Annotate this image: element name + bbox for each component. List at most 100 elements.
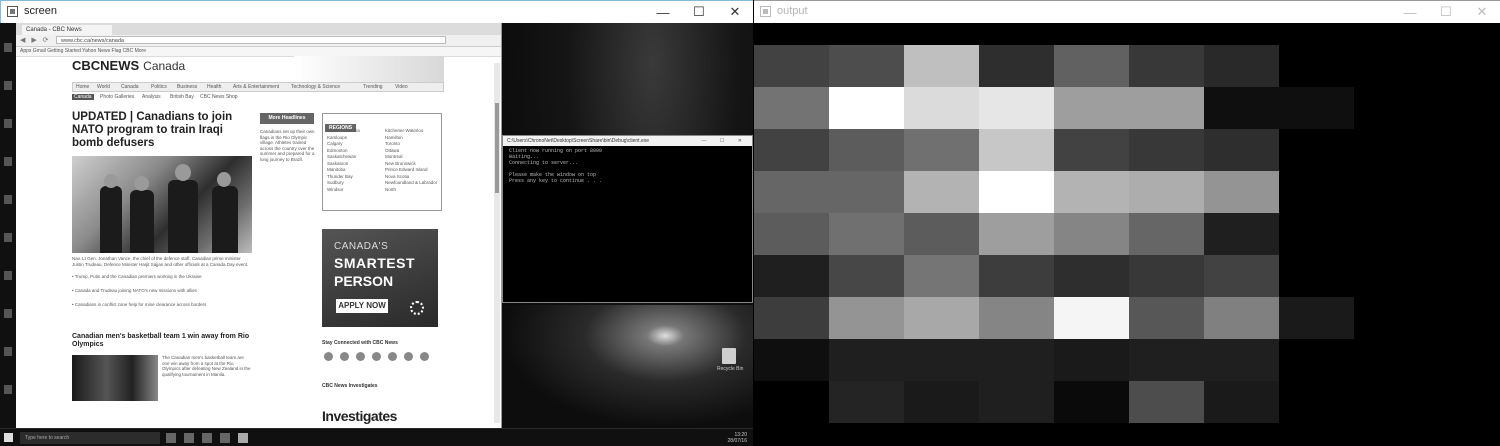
region-link[interactable]: British Columbia (327, 128, 360, 135)
region-link[interactable]: North (385, 187, 437, 194)
output-pixel (1054, 381, 1129, 423)
nav-item[interactable]: Business (177, 84, 197, 90)
browser-tab[interactable]: Canada - CBC News (22, 25, 112, 35)
desktop-icon[interactable] (4, 81, 12, 90)
desktop-icon[interactable] (4, 195, 12, 204)
nav-item[interactable]: Trending (363, 84, 383, 90)
headline[interactable]: UPDATED | Canadians to join NATO program… (72, 111, 252, 150)
story-summary: The Canadian men's basketball team are o… (162, 355, 251, 377)
taskbar-search[interactable]: Type here to search (20, 432, 160, 444)
advertisement[interactable]: CANADA'S SMARTEST PERSON APPLY NOW (322, 229, 438, 327)
investigates-banner[interactable]: Investigates (322, 408, 397, 424)
desktop-icon[interactable] (4, 157, 12, 166)
maximize-button[interactable]: ☐ (681, 1, 717, 23)
desktop-icon[interactable] (4, 43, 12, 52)
region-link[interactable]: Saskatchewan (327, 154, 360, 161)
start-icon[interactable] (4, 433, 13, 442)
subnav-item[interactable]: Photo Galleries (100, 94, 134, 100)
desktop-icon[interactable] (4, 347, 12, 356)
social-icon[interactable] (356, 352, 365, 361)
taskbar-app-icon[interactable] (202, 433, 212, 443)
subnav-item[interactable]: Canada (72, 94, 94, 100)
nav-item[interactable]: Video (395, 84, 408, 90)
social-icon[interactable] (420, 352, 429, 361)
region-link[interactable]: Windsor (327, 187, 360, 194)
nav-item[interactable]: Canada (121, 84, 139, 90)
output-pixel (829, 45, 904, 87)
output-pixel (904, 297, 979, 339)
close-button[interactable]: ✕ (1464, 1, 1500, 23)
output-pixel (904, 45, 979, 87)
story-headline[interactable]: Canadian men's basketball team 1 win awa… (72, 333, 252, 349)
taskbar-app-icon[interactable] (166, 433, 176, 443)
output-pixel (1129, 87, 1204, 129)
photo-caption: Nav. Lt Gen. Jonathan Vance, the chief o… (72, 256, 249, 267)
taskbar-app-icon[interactable] (238, 433, 248, 443)
apply-now-button[interactable]: APPLY NOW (336, 299, 388, 313)
output-pixel (829, 423, 904, 446)
related-link[interactable]: • Canadians in conflict zone help for mi… (72, 302, 252, 308)
close-button[interactable]: ✕ (717, 1, 753, 23)
social-icon[interactable] (388, 352, 397, 361)
related-link[interactable]: • Trump, Putin and the Canadian premiers… (72, 274, 252, 280)
output-pixel (979, 297, 1054, 339)
output-pixel (979, 339, 1054, 381)
output-pixel (1354, 339, 1429, 381)
output-titlebar[interactable]: output — ☐ ✕ (754, 0, 1500, 24)
nav-item[interactable]: World (97, 84, 110, 90)
story-photo[interactable] (72, 355, 158, 401)
output-pixel (1054, 213, 1129, 255)
scroll-thumb[interactable] (495, 103, 499, 193)
screen-titlebar[interactable]: screen — ☐ ✕ (0, 0, 753, 24)
console-titlebar[interactable]: C:\Users\ChronoNet\Desktop\ScreenShare\b… (503, 136, 752, 146)
output-pixel (1279, 255, 1354, 297)
output-pixel (1279, 171, 1354, 213)
social-icon[interactable] (324, 352, 333, 361)
desktop-icon[interactable] (4, 271, 12, 280)
desktop-icon[interactable] (4, 119, 12, 128)
subnav-item[interactable]: British Bay (170, 94, 194, 100)
scrollbar[interactable] (494, 63, 500, 423)
photo-figure (212, 186, 238, 253)
taskbar-app-icon[interactable] (184, 433, 194, 443)
taskbar-app-icon[interactable] (220, 433, 230, 443)
desktop-icon[interactable] (4, 385, 12, 394)
output-pixel (1204, 213, 1279, 255)
output-pixel (904, 381, 979, 423)
nav-item[interactable]: Home (76, 84, 89, 90)
recycle-bin-icon[interactable] (722, 348, 736, 364)
cbc-logo[interactable]: CBCNEWS Canada (72, 58, 185, 73)
nav-item[interactable]: Arts & Entertainment (233, 84, 279, 90)
social-icon[interactable] (404, 352, 413, 361)
output-pixel (829, 339, 904, 381)
photo-figure (168, 180, 198, 253)
address-bar[interactable]: www.cbc.ca/news/canada (56, 36, 446, 44)
output-pixel (1129, 129, 1204, 171)
tray-date: 28/07/16 (727, 438, 747, 444)
desktop-wallpaper-light (502, 305, 753, 428)
output-pixel (829, 297, 904, 339)
console-window-buttons[interactable]: — ☐ ✕ (702, 136, 748, 146)
subnav-item[interactable]: Analysis (142, 94, 161, 100)
output-pixel (1354, 423, 1429, 446)
system-tray[interactable]: 13:20 28/07/16 (728, 432, 747, 444)
nav-item[interactable]: Politics (151, 84, 167, 90)
nav-item[interactable]: Technology & Science (291, 84, 340, 90)
maximize-button[interactable]: ☐ (1428, 1, 1464, 23)
social-icon[interactable] (340, 352, 349, 361)
social-icon[interactable] (372, 352, 381, 361)
nav-item[interactable]: Health (207, 84, 221, 90)
headline-photo[interactable] (72, 156, 252, 253)
minimize-button[interactable]: — (645, 1, 681, 23)
app-icon (760, 6, 771, 17)
nav-buttons[interactable]: ◀ ▶ ⟳ (20, 36, 51, 44)
related-link[interactable]: • Canada and Trudeau joining NATO's new … (72, 288, 252, 294)
region-link[interactable]: Newfoundland & Labrador (385, 180, 437, 187)
headline-snippet[interactable]: Canadians set up their own flags in the … (260, 129, 316, 162)
more-headlines-button[interactable]: More Headlines (260, 113, 314, 124)
desktop-icon[interactable] (4, 233, 12, 242)
output-pixel (1204, 45, 1279, 87)
minimize-button[interactable]: — (1392, 1, 1428, 23)
desktop-icon[interactable] (4, 309, 12, 318)
subnav-item[interactable]: CBC News Shop (200, 94, 238, 100)
